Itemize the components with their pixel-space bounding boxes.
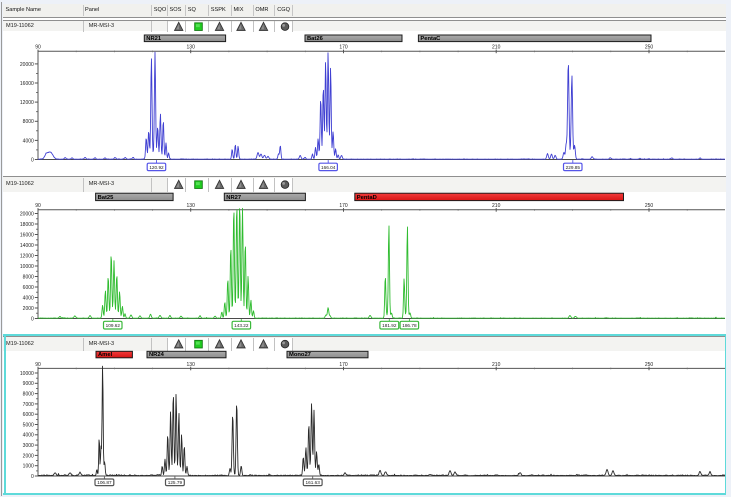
svg-text:PentaD: PentaD bbox=[357, 195, 377, 201]
svg-text:3000: 3000 bbox=[23, 443, 34, 449]
svg-text:7000: 7000 bbox=[23, 402, 34, 408]
svg-text:16000: 16000 bbox=[20, 232, 34, 238]
svg-text:NR27: NR27 bbox=[226, 195, 241, 201]
svg-text:130: 130 bbox=[187, 45, 196, 51]
svg-text:0: 0 bbox=[31, 474, 34, 480]
svg-text:PentaC: PentaC bbox=[420, 36, 441, 42]
svg-text:Mono27: Mono27 bbox=[289, 352, 311, 358]
svg-text:16000: 16000 bbox=[20, 81, 34, 87]
svg-text:4000: 4000 bbox=[23, 295, 34, 301]
svg-text:143.22: 143.22 bbox=[234, 323, 249, 328]
svg-text:250: 250 bbox=[645, 45, 654, 51]
svg-text:166.04: 166.04 bbox=[321, 165, 336, 170]
svg-text:90: 90 bbox=[35, 362, 41, 368]
svg-text:NR24: NR24 bbox=[149, 352, 165, 358]
svg-text:0: 0 bbox=[31, 157, 34, 163]
svg-text:6000: 6000 bbox=[23, 412, 34, 418]
svg-text:10000: 10000 bbox=[20, 264, 34, 270]
svg-text:18000: 18000 bbox=[20, 222, 34, 228]
svg-text:14000: 14000 bbox=[20, 243, 34, 249]
svg-text:Amel: Amel bbox=[98, 352, 113, 358]
svg-text:4000: 4000 bbox=[23, 433, 34, 439]
svg-text:8000: 8000 bbox=[23, 392, 34, 398]
svg-text:109.62: 109.62 bbox=[106, 323, 121, 328]
svg-text:8000: 8000 bbox=[23, 119, 34, 125]
svg-text:210: 210 bbox=[492, 203, 501, 209]
svg-text:125.79: 125.79 bbox=[168, 480, 183, 485]
svg-text:5000: 5000 bbox=[23, 422, 34, 428]
svg-text:130: 130 bbox=[187, 362, 196, 368]
svg-text:10000: 10000 bbox=[20, 371, 34, 377]
svg-text:1000: 1000 bbox=[23, 464, 34, 470]
svg-text:210: 210 bbox=[492, 45, 501, 51]
svg-text:161.63: 161.63 bbox=[306, 480, 321, 485]
svg-text:250: 250 bbox=[645, 203, 654, 209]
svg-text:170: 170 bbox=[339, 362, 348, 368]
svg-text:2000: 2000 bbox=[23, 306, 34, 312]
svg-text:Bat25: Bat25 bbox=[98, 195, 115, 201]
svg-text:0: 0 bbox=[31, 316, 34, 322]
svg-text:20000: 20000 bbox=[20, 211, 34, 217]
svg-text:250: 250 bbox=[645, 362, 654, 368]
svg-text:9000: 9000 bbox=[23, 381, 34, 387]
svg-text:130: 130 bbox=[187, 203, 196, 209]
svg-text:90: 90 bbox=[35, 203, 41, 209]
svg-text:6000: 6000 bbox=[23, 285, 34, 291]
svg-text:210: 210 bbox=[492, 362, 501, 368]
svg-text:181.92: 181.92 bbox=[382, 323, 397, 328]
svg-text:4000: 4000 bbox=[23, 138, 34, 144]
svg-text:90: 90 bbox=[35, 45, 41, 51]
svg-text:Bat26: Bat26 bbox=[307, 36, 324, 42]
svg-text:170: 170 bbox=[339, 203, 348, 209]
svg-text:8000: 8000 bbox=[23, 274, 34, 280]
svg-text:229.85: 229.85 bbox=[566, 165, 581, 170]
svg-text:186.78: 186.78 bbox=[402, 323, 417, 328]
svg-text:12000: 12000 bbox=[20, 253, 34, 259]
svg-text:120.92: 120.92 bbox=[149, 165, 164, 170]
svg-text:12000: 12000 bbox=[20, 100, 34, 106]
svg-text:2000: 2000 bbox=[23, 453, 34, 459]
svg-text:20000: 20000 bbox=[20, 62, 34, 68]
svg-text:NR21: NR21 bbox=[146, 36, 162, 42]
svg-text:106.87: 106.87 bbox=[97, 480, 112, 485]
svg-text:170: 170 bbox=[339, 45, 348, 51]
